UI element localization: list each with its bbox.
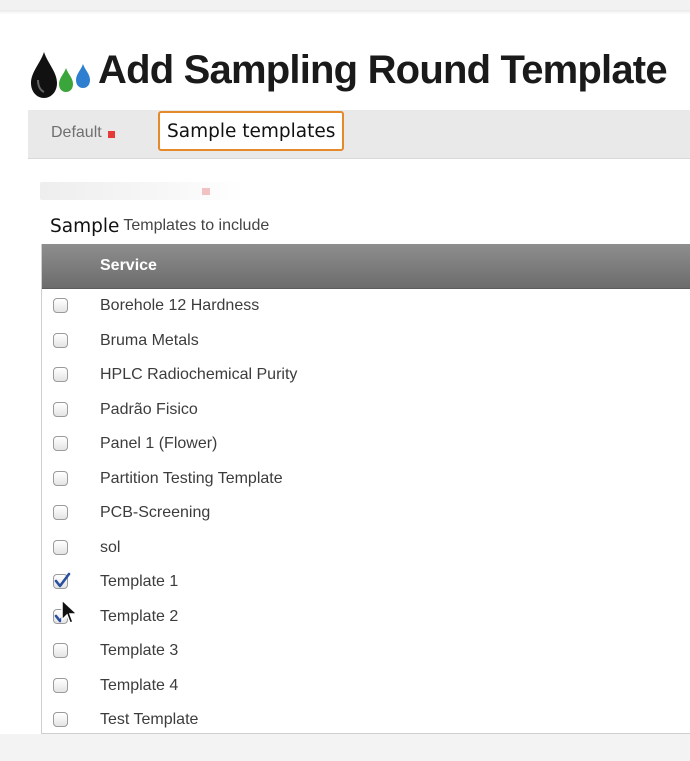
table-row[interactable]: Template 1 (42, 565, 690, 600)
row-checkbox[interactable] (53, 298, 68, 313)
row-label: Panel 1 (Flower) (100, 435, 218, 452)
bottom-strip (0, 734, 690, 761)
row-label: Borehole 12 Hardness (100, 297, 260, 314)
mouse-cursor-icon (61, 598, 79, 624)
table-body: Borehole 12 Hardness Bruma Metals HPLC Rad… (42, 289, 690, 738)
page-frame: Add Sampling Round Template Default Samp… (0, 10, 690, 761)
table-row[interactable]: HPLC Radiochemical Purity (42, 358, 690, 393)
row-checkbox[interactable] (53, 401, 68, 417)
row-label: Bruma Metals (100, 331, 199, 349)
water-drops-icon (31, 52, 90, 98)
row-label: HPLC Radiochemical Purity (100, 366, 298, 383)
templates-table: Service Borehole 12 Hardness Bruma Metals… (41, 244, 690, 734)
title-row: Add Sampling Round Template (26, 40, 668, 100)
tab-bar: Default Sample templates (28, 110, 690, 159)
row-checkbox[interactable] (53, 332, 68, 348)
blurred-field-label (40, 182, 245, 200)
tab-sample-templates-label: Sample templates (167, 120, 336, 142)
section-label-text: Templates to include (123, 217, 270, 234)
row-checkbox[interactable] (53, 712, 68, 727)
table-row[interactable]: Bruma Metals (42, 324, 690, 359)
table-row[interactable]: Partition Testing Template (42, 462, 690, 497)
row-label: Template 4 (100, 676, 179, 694)
page-title: Add Sampling Round Template (98, 47, 668, 92)
row-checkbox[interactable] (53, 470, 68, 486)
column-header-service[interactable]: Service (100, 257, 157, 275)
row-label: Template 1 (100, 573, 179, 590)
row-checkbox[interactable] (53, 572, 71, 589)
row-label: Padrão Fisico (100, 400, 198, 418)
table-row[interactable]: Borehole 12 Hardness (42, 289, 690, 324)
tab-default[interactable]: Default (51, 124, 115, 142)
table-row[interactable]: Padrão Fisico (42, 393, 690, 428)
table-row[interactable]: Template 2 (42, 600, 690, 635)
row-checkbox[interactable] (53, 539, 68, 555)
tab-sample-templates[interactable]: Sample templates (158, 111, 345, 151)
table-row[interactable]: PCB-Screening (42, 496, 690, 531)
row-label: Template 3 (100, 642, 179, 659)
table-row[interactable]: Template 4 (42, 669, 690, 704)
required-indicator-icon (107, 130, 115, 138)
row-checkbox[interactable] (53, 436, 68, 451)
row-label: Partition Testing Template (100, 469, 283, 487)
table-row[interactable]: sol (42, 531, 690, 566)
row-checkbox[interactable] (53, 367, 68, 382)
checkmark-icon (54, 572, 71, 588)
row-label: sol (100, 538, 121, 556)
table-header: Service (42, 244, 690, 289)
section-label: Sample Templates to include (20, 214, 269, 238)
row-checkbox[interactable] (53, 643, 68, 658)
table-row[interactable]: Panel 1 (Flower) (42, 427, 690, 462)
tab-default-label: Default (51, 124, 102, 141)
section-label-prefix: Sample (20, 215, 120, 237)
table-row[interactable]: Test Template (42, 703, 690, 738)
table-row[interactable]: Template 3 (42, 634, 690, 669)
row-label: Test Template (100, 711, 199, 728)
row-checkbox[interactable] (53, 677, 68, 693)
row-checkbox[interactable] (53, 505, 68, 520)
top-strip (0, 10, 690, 14)
row-label: Template 2 (100, 607, 179, 625)
row-label: PCB-Screening (100, 504, 211, 521)
